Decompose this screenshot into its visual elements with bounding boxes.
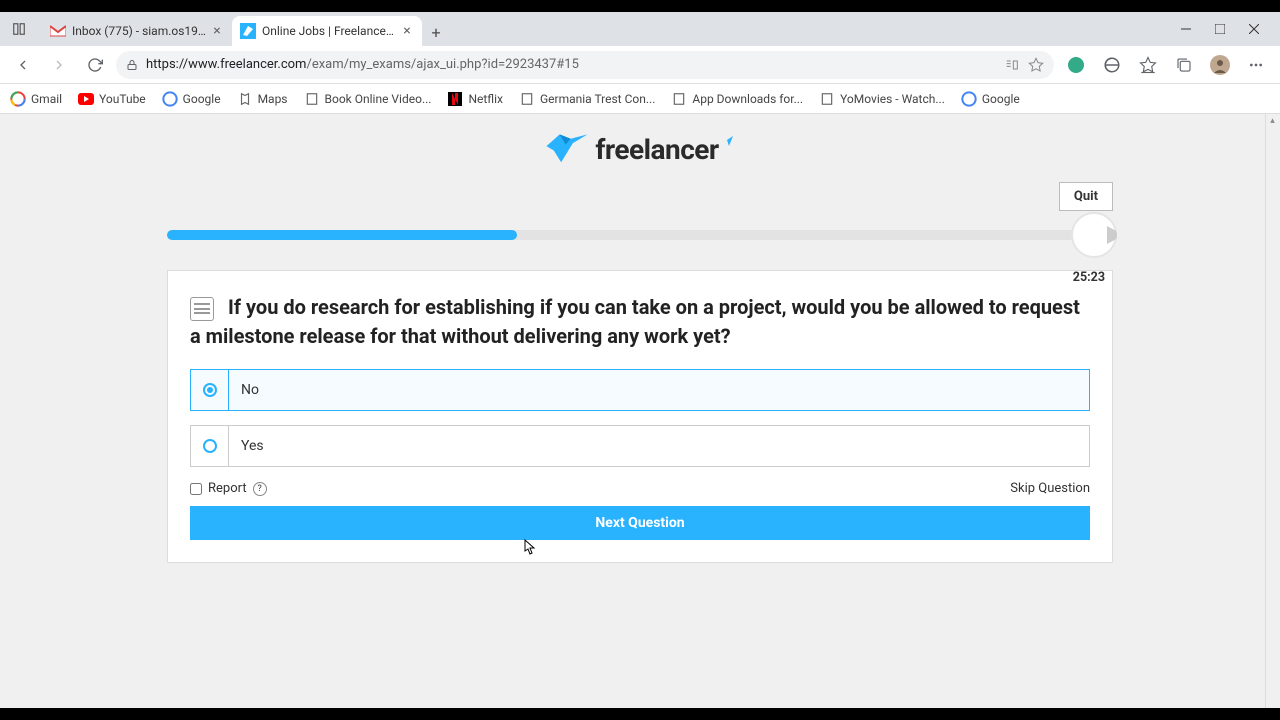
gmail-icon xyxy=(50,23,66,39)
question-card: If you do research for establishing if y… xyxy=(167,270,1113,563)
bookmark-label: YouTube xyxy=(99,92,146,106)
forward-button[interactable] xyxy=(44,50,74,80)
reader-icon[interactable] xyxy=(1004,57,1020,73)
tab-title: Online Jobs | Freelance Employm xyxy=(262,24,396,38)
bookmark-gmail[interactable]: Gmail xyxy=(10,91,62,107)
favorites-icon[interactable] xyxy=(1136,53,1160,77)
bookmark-label: Book Online Video... xyxy=(325,92,432,106)
close-icon[interactable]: × xyxy=(210,24,224,38)
logo-text: freelancer xyxy=(595,133,718,166)
bookmark-germania[interactable]: Germania Trest Con... xyxy=(519,91,655,107)
profile-avatar[interactable] xyxy=(1208,53,1232,77)
freelancer-icon xyxy=(240,23,256,39)
back-button[interactable] xyxy=(8,50,38,80)
bookmark-label: Netflix xyxy=(468,92,503,106)
report-label: Report xyxy=(208,481,247,496)
bookmark-label: App Downloads for... xyxy=(692,92,803,106)
bookmark-label: YoMovies - Watch... xyxy=(840,92,945,106)
collections-icon[interactable] xyxy=(1172,53,1196,77)
radio-icon xyxy=(203,383,217,397)
browser-tab-freelancer[interactable]: Online Jobs | Freelance Employm × xyxy=(232,16,422,46)
option-yes[interactable]: Yes xyxy=(190,425,1090,467)
timer-icon xyxy=(1071,212,1117,258)
star-icon[interactable] xyxy=(1028,57,1044,73)
browser-tab-gmail[interactable]: Inbox (775) - siam.os1991@gma × xyxy=(42,16,232,46)
bookmark-book-online[interactable]: Book Online Video... xyxy=(304,91,432,107)
question-text-block: If you do research for establishing if y… xyxy=(190,293,1090,351)
option-no[interactable]: No xyxy=(190,369,1090,411)
extension-icon-1[interactable] xyxy=(1064,53,1088,77)
report-input[interactable] xyxy=(190,483,202,495)
bookmark-label: Gmail xyxy=(31,92,62,106)
bookmark-yomovies[interactable]: YoMovies - Watch... xyxy=(819,91,945,107)
option-label: No xyxy=(229,370,271,410)
list-icon xyxy=(190,297,214,321)
next-question-button[interactable]: Next Question xyxy=(190,506,1090,540)
question-text: If you do research for establishing if y… xyxy=(190,295,1080,348)
lock-icon xyxy=(126,58,138,72)
bookmark-youtube[interactable]: YouTube xyxy=(78,91,146,107)
radio-icon xyxy=(203,439,217,453)
bookmark-maps[interactable]: Maps xyxy=(237,91,288,107)
menu-icon[interactable] xyxy=(1244,53,1268,77)
bookmarks-bar: Gmail YouTube Google Maps Book Online Vi… xyxy=(0,84,1280,114)
bookmark-google[interactable]: Google xyxy=(162,91,221,107)
progress-bar xyxy=(167,230,1113,240)
scrollbar[interactable]: ▴ xyxy=(1265,114,1280,708)
tab-title: Inbox (775) - siam.os1991@gma xyxy=(72,24,206,38)
reload-button[interactable] xyxy=(80,50,110,80)
window-close-icon[interactable] xyxy=(1246,21,1262,37)
help-icon[interactable]: ? xyxy=(253,482,267,496)
option-label: Yes xyxy=(229,426,276,466)
timer-value: 25:23 xyxy=(1073,270,1105,285)
progress-fill xyxy=(167,230,517,240)
bookmark-google-2[interactable]: Google xyxy=(961,91,1020,107)
report-checkbox[interactable]: Report ? xyxy=(190,481,267,496)
close-icon[interactable]: × xyxy=(400,24,414,38)
bookmark-label: Maps xyxy=(258,92,288,106)
minimize-icon[interactable] xyxy=(1178,21,1194,37)
bookmark-label: Google xyxy=(183,92,221,106)
page-content: ▴ freelancer Quit 25:23 xyxy=(0,114,1280,708)
url-text: https://www.freelancer.com/exam/my_exams… xyxy=(146,57,996,72)
cursor-icon xyxy=(520,539,536,559)
extension-icon-2[interactable] xyxy=(1100,53,1124,77)
address-bar: https://www.freelancer.com/exam/my_exams… xyxy=(0,46,1280,84)
bookmark-netflix[interactable]: Netflix xyxy=(447,91,503,107)
tab-search-icon[interactable] xyxy=(6,16,32,42)
quit-button[interactable]: Quit xyxy=(1059,182,1113,211)
scroll-up-icon[interactable]: ▴ xyxy=(1265,114,1280,129)
bookmark-label: Germania Trest Con... xyxy=(540,92,655,106)
freelancer-logo[interactable]: freelancer xyxy=(545,132,734,166)
new-tab-button[interactable]: + xyxy=(422,18,450,46)
url-field[interactable]: https://www.freelancer.com/exam/my_exams… xyxy=(116,51,1054,79)
browser-titlebar: Inbox (775) - siam.os1991@gma × Online J… xyxy=(0,12,1280,46)
skip-question-link[interactable]: Skip Question xyxy=(1010,481,1090,496)
bookmark-app-downloads[interactable]: App Downloads for... xyxy=(671,91,803,107)
bookmark-label: Google xyxy=(982,92,1020,106)
maximize-icon[interactable] xyxy=(1212,21,1228,37)
